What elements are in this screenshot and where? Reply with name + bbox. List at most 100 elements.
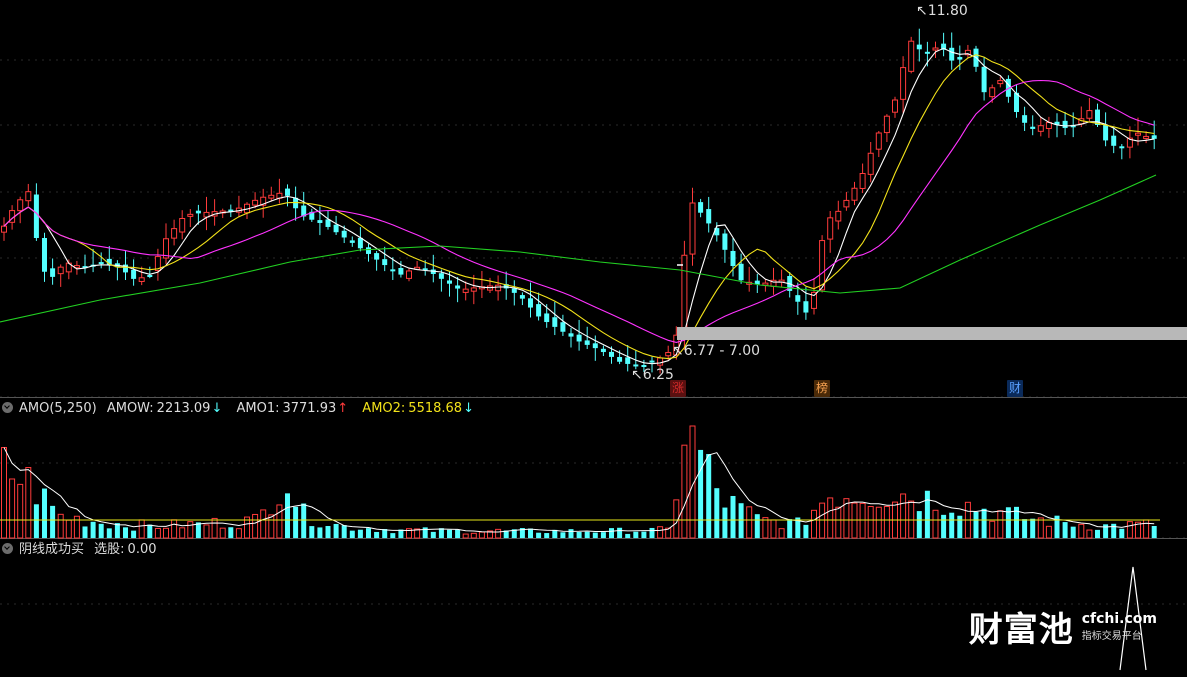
amo-bar[interactable]: [1111, 523, 1117, 538]
candle-body[interactable]: [195, 210, 201, 214]
amo-bar[interactable]: [203, 524, 210, 539]
indicator-select-icon[interactable]: [2, 543, 13, 554]
amo-bar[interactable]: [1151, 525, 1157, 538]
signal-indicator-name[interactable]: 阴线成功买: [19, 542, 84, 557]
candle-body[interactable]: [900, 67, 907, 100]
amo-bar[interactable]: [131, 530, 137, 538]
price-range-band[interactable]: [677, 327, 1187, 340]
candle-body[interactable]: [447, 280, 452, 284]
candle-body[interactable]: [738, 263, 744, 281]
amo-bar[interactable]: [276, 504, 283, 539]
candle-body[interactable]: [187, 213, 194, 217]
candle-body[interactable]: [722, 233, 728, 250]
amo-bar[interactable]: [609, 528, 614, 538]
candle-body[interactable]: [1030, 126, 1036, 129]
candle-body[interactable]: [138, 277, 145, 282]
candle-body[interactable]: [819, 240, 826, 291]
candle-body[interactable]: [536, 304, 542, 317]
candle-body[interactable]: [252, 199, 259, 206]
candle-body[interactable]: [528, 298, 533, 308]
candle-body[interactable]: [268, 194, 275, 199]
amo-bar[interactable]: [260, 509, 267, 539]
amo-bar[interactable]: [163, 527, 169, 539]
candle-body[interactable]: [706, 209, 712, 224]
amo-bar[interactable]: [552, 529, 558, 538]
candle-body[interactable]: [576, 334, 582, 342]
candle-body[interactable]: [398, 267, 404, 275]
amo-bar[interactable]: [1030, 518, 1036, 538]
amo-bar[interactable]: [187, 521, 194, 539]
candle-body[interactable]: [843, 199, 850, 208]
amo-bar[interactable]: [179, 527, 186, 539]
candle-body[interactable]: [997, 80, 1004, 85]
candle-body[interactable]: [981, 66, 987, 93]
amo-bar[interactable]: [770, 519, 777, 539]
amo-bar[interactable]: [560, 532, 566, 538]
candle-body[interactable]: [1111, 135, 1117, 146]
amo-bar[interactable]: [883, 505, 890, 539]
amo-bar[interactable]: [924, 490, 930, 538]
candle-body[interactable]: [1119, 146, 1125, 149]
amo-bar[interactable]: [900, 493, 907, 539]
amo-bar[interactable]: [625, 533, 631, 538]
amo-bar[interactable]: [252, 513, 259, 539]
candle-body[interactable]: [1037, 125, 1044, 132]
amo-bar[interactable]: [706, 454, 712, 538]
candle-body[interactable]: [519, 295, 525, 299]
amo-bar[interactable]: [447, 529, 452, 538]
amo-bar[interactable]: [211, 517, 218, 539]
candle-body[interactable]: [932, 47, 939, 51]
amo-bar[interactable]: [106, 528, 112, 538]
amo-bar[interactable]: [819, 502, 826, 539]
candle-body[interactable]: [1143, 135, 1150, 139]
candle-body[interactable]: [665, 352, 672, 357]
amo-bar[interactable]: [787, 519, 793, 538]
candle-body[interactable]: [949, 47, 955, 61]
candle-body[interactable]: [568, 333, 574, 337]
candle-body[interactable]: [859, 173, 866, 189]
candle-body[interactable]: [455, 285, 461, 289]
amo-bar[interactable]: [649, 527, 655, 538]
amo-bar[interactable]: [989, 520, 996, 539]
amo-bar[interactable]: [147, 524, 153, 538]
candle-body[interactable]: [17, 199, 24, 212]
amo-bar[interactable]: [309, 526, 315, 538]
amo-bar[interactable]: [957, 515, 963, 538]
amo-bar[interactable]: [349, 530, 355, 538]
amo-bar[interactable]: [722, 507, 728, 538]
candle-body[interactable]: [609, 351, 614, 357]
amo-bar[interactable]: [1078, 523, 1085, 539]
amo-bar[interactable]: [438, 528, 444, 538]
candle-body[interactable]: [908, 40, 915, 72]
candle-body[interactable]: [875, 132, 882, 150]
candlestick-series[interactable]: [1, 28, 1157, 374]
amo-bar[interactable]: [1037, 517, 1044, 539]
amo-bar[interactable]: [568, 529, 574, 538]
amo-bar[interactable]: [455, 529, 461, 538]
amo-bar[interactable]: [1070, 526, 1076, 538]
marker-cai[interactable]: 财: [1007, 380, 1023, 397]
amo-bar[interactable]: [835, 506, 842, 539]
amo-bar[interactable]: [544, 533, 550, 538]
amo-bar[interactable]: [746, 506, 753, 539]
candle-body[interactable]: [592, 343, 598, 349]
amo-bar[interactable]: [82, 526, 88, 538]
candle-body[interactable]: [892, 99, 898, 113]
amo-bar[interactable]: [301, 503, 307, 538]
amo-bar[interactable]: [536, 532, 542, 538]
amo-bar[interactable]: [811, 509, 817, 539]
candle-body[interactable]: [25, 191, 32, 202]
candle-body[interactable]: [689, 202, 696, 255]
amo-bar[interactable]: [25, 467, 32, 539]
candle-body[interactable]: [1086, 110, 1093, 119]
candle-body[interactable]: [357, 237, 363, 249]
amo-bar[interactable]: [154, 527, 161, 539]
amo-bar[interactable]: [57, 513, 64, 539]
amo-bar[interactable]: [98, 523, 104, 538]
amo-bar[interactable]: [430, 531, 436, 538]
amo-volume-bars[interactable]: [0, 425, 1160, 539]
candle-body[interactable]: [33, 194, 39, 238]
amo-bar[interactable]: [341, 525, 347, 538]
candle-body[interactable]: [867, 152, 874, 175]
candle-body[interactable]: [1, 225, 7, 233]
